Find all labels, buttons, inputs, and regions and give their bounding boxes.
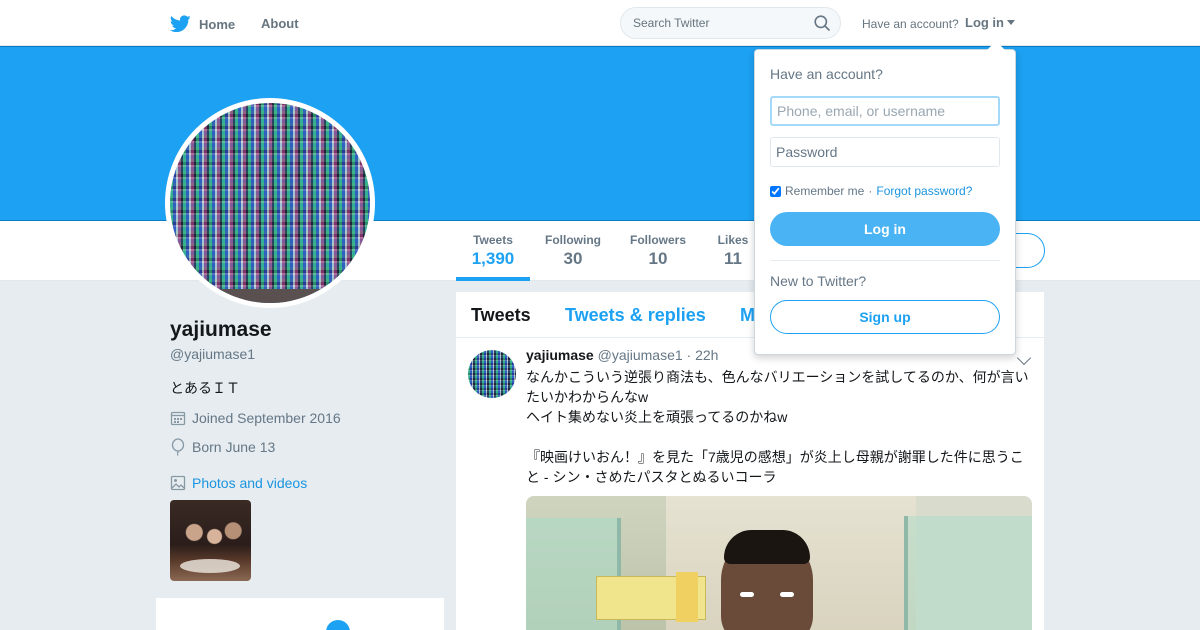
login-dropdown-toggle[interactable]: Log in: [965, 15, 1015, 30]
stat-value: 11: [724, 249, 742, 268]
profile-avatar[interactable]: [165, 98, 375, 308]
stat-label: Following: [545, 233, 601, 247]
stat-following[interactable]: Following 30: [544, 233, 602, 269]
balloon-icon: [171, 438, 185, 456]
login-button[interactable]: Log in: [770, 212, 1000, 246]
search-input[interactable]: [621, 8, 801, 38]
nav-about-link[interactable]: About: [261, 16, 299, 31]
tweet-text-line: ヘイト集めない炎上を頑張ってるのかねw: [526, 409, 788, 425]
tweet-item[interactable]: yajiumase @yajiumase1 · 22h なんかこういう逆張り商法…: [456, 338, 1044, 630]
profile-birthday: Born June 13: [170, 438, 275, 456]
new-to-twitter-text: New to Twitter?: [770, 273, 867, 289]
twitter-bird-icon: [170, 15, 191, 33]
tweet-author-handle[interactable]: @yajiumase1: [598, 347, 683, 363]
search-icon[interactable]: [814, 15, 830, 31]
remember-me-row: Remember me · Forgot password?: [770, 184, 972, 198]
avatar-image: [170, 103, 370, 303]
secondary-card: [156, 598, 444, 630]
tab-tweets[interactable]: Tweets: [471, 305, 531, 326]
photo-icon: [170, 475, 186, 491]
stat-value: 30: [563, 249, 583, 268]
stat-label: Tweets: [473, 233, 513, 247]
stat-value: 1,390: [471, 249, 515, 268]
media-detail: [724, 530, 810, 564]
tweet-blank-line: [526, 427, 1032, 447]
tweet-header: yajiumase @yajiumase1 · 22h: [526, 347, 718, 363]
profile-handle[interactable]: @yajiumase1: [170, 346, 255, 362]
active-stat-underline: [456, 277, 530, 281]
login-dropdown: Have an account? Remember me · Forgot pa…: [754, 41, 1016, 355]
have-account-text: Have an account?: [862, 17, 959, 31]
tweet-text: なんかこういう逆張り商法も、色んなバリエーションを試してるのか、何が言いたいかわ…: [526, 367, 1032, 487]
tweet-avatar[interactable]: [468, 350, 516, 398]
login-toggle-label: Log in: [965, 15, 1004, 30]
stat-label: Likes: [717, 233, 749, 247]
joined-text: Joined September 2016: [192, 410, 341, 426]
born-text: Born June 13: [192, 439, 276, 455]
tweet-author-name[interactable]: yajiumase: [526, 347, 594, 363]
tab-tweets-and-replies[interactable]: Tweets & replies: [565, 305, 706, 326]
tweet-text-line: なんかこういう逆張り商法も、色んなバリエーションを試してるのか、何が言いたいかわ…: [526, 369, 1029, 405]
tab-media[interactable]: M: [740, 305, 755, 326]
stat-tweets[interactable]: Tweets 1,390: [470, 233, 516, 269]
stat-followers[interactable]: Followers 10: [629, 233, 687, 269]
stat-value: 10: [648, 249, 668, 268]
media-detail: [676, 572, 698, 622]
profile-joined: Joined September 2016: [170, 410, 341, 426]
stat-label: Followers: [629, 233, 686, 247]
separator-dot: ·: [868, 184, 873, 198]
profile-bio: とあるＩＴ: [170, 380, 240, 396]
stat-likes[interactable]: Likes 11: [715, 233, 751, 269]
profile-name[interactable]: yajiumase: [170, 318, 272, 342]
nav-home-link[interactable]: Home: [170, 12, 235, 36]
caret-down-icon: [1007, 20, 1015, 25]
tweet-timestamp[interactable]: 22h: [695, 347, 718, 363]
search-box: [620, 7, 841, 39]
tweet-dot-separator: ·: [686, 347, 692, 363]
forgot-password-link[interactable]: Forgot password?: [876, 184, 972, 198]
photo-thumbnail-detail: [180, 559, 240, 573]
username-field[interactable]: [770, 96, 1000, 126]
dropdown-title: Have an account?: [770, 66, 883, 82]
password-field[interactable]: [770, 137, 1000, 167]
photos-link-label: Photos and videos: [192, 475, 308, 491]
photo-thumbnail[interactable]: [170, 500, 251, 581]
remember-me-checkbox[interactable]: [770, 185, 781, 197]
nav-home-label: Home: [199, 16, 236, 32]
photos-and-videos-link[interactable]: Photos and videos: [170, 475, 307, 491]
remember-me-label[interactable]: Remember me: [785, 184, 864, 198]
dropdown-divider: [770, 260, 1000, 261]
calendar-icon: [170, 411, 186, 426]
media-detail: [780, 592, 794, 597]
signup-button[interactable]: Sign up: [770, 300, 1000, 334]
media-detail: [904, 516, 1032, 630]
top-navigation-bar: Home About Have an account? Log in: [0, 0, 1200, 46]
tweet-media-image[interactable]: [526, 496, 1032, 630]
tweet-text-line: 『映画けいおん！』を見た「7歳児の感想」が炎上し母親が謝罪した件に思うこと - …: [526, 449, 1024, 485]
media-detail: [740, 592, 754, 597]
chevron-down-icon[interactable]: [1016, 350, 1032, 366]
